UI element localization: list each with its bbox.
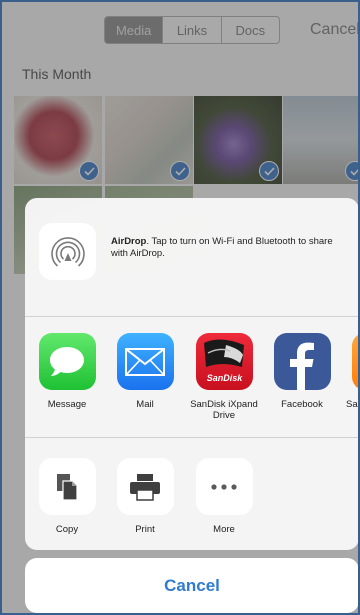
cancel-button[interactable]: Cancel xyxy=(25,558,358,613)
airdrop-row[interactable]: AirDrop. Tap to turn on Wi-Fi and Blueto… xyxy=(25,198,358,317)
sandisk-icon: SanDisk xyxy=(195,333,253,390)
app-label: Sa xyxy=(346,399,358,410)
mail-icon xyxy=(116,333,174,390)
app-label: Mail xyxy=(136,399,154,410)
airdrop-icon[interactable] xyxy=(39,223,96,280)
sandisk-logo-text: SanDisk xyxy=(206,373,243,383)
more-icon xyxy=(195,458,253,515)
action-label: Print xyxy=(135,524,155,535)
app-label: Facebook xyxy=(281,399,323,410)
action-label: Copy xyxy=(55,524,79,535)
app-label: Message xyxy=(47,399,87,410)
partial-app-icon xyxy=(351,333,358,390)
app-mail[interactable]: Mail xyxy=(109,333,181,410)
app-label: SanDisk iXpand Drive xyxy=(190,399,258,421)
actions-row: Copy Print More xyxy=(25,438,358,550)
action-copy[interactable]: Copy xyxy=(31,458,103,535)
message-icon xyxy=(38,333,96,390)
app-facebook[interactable]: Facebook xyxy=(266,333,338,410)
action-label: More xyxy=(213,524,235,535)
airdrop-title: AirDrop xyxy=(111,236,147,247)
screen: Media Links Docs Cancel This Month AirDr… xyxy=(2,2,358,613)
app-sandisk-ixpand-drive[interactable]: SanDisk SanDisk iXpand Drive xyxy=(188,333,260,421)
apps-row: Message Mail SanDisk SanDisk iXpand Driv… xyxy=(25,317,358,438)
print-icon xyxy=(116,458,174,515)
action-print[interactable]: Print xyxy=(109,458,181,535)
facebook-icon xyxy=(273,333,331,390)
action-more[interactable]: More xyxy=(188,458,260,535)
copy-icon xyxy=(38,458,96,515)
app-message[interactable]: Message xyxy=(31,333,103,410)
app-partial[interactable]: Sa xyxy=(344,333,358,410)
share-sheet: AirDrop. Tap to turn on Wi-Fi and Blueto… xyxy=(25,198,358,550)
airdrop-message: AirDrop. Tap to turn on Wi-Fi and Blueto… xyxy=(111,236,351,260)
